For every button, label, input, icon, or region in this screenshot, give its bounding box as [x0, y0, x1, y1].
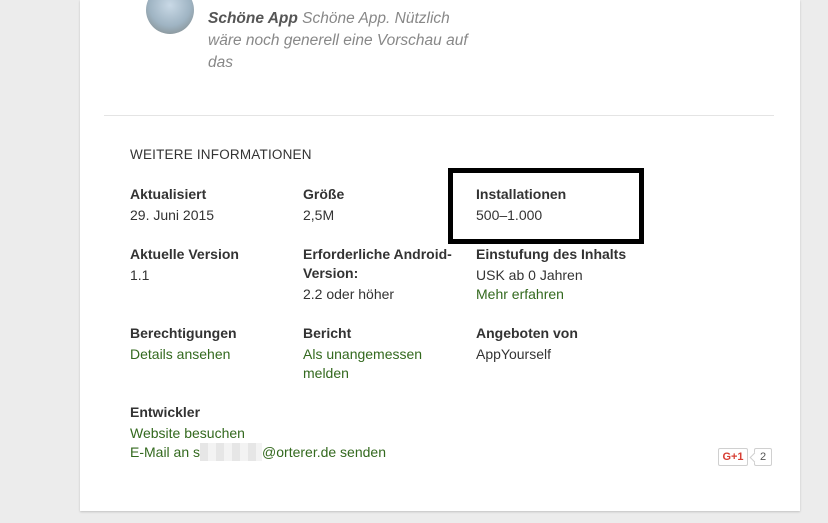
permissions-label: Berechtigungen — [130, 325, 237, 341]
size-value: 2,5M — [303, 207, 335, 223]
info-updated: Aktualisiert 29. Juni 2015 — [130, 185, 290, 225]
android-label: Erforderliche Android-Version: — [303, 246, 452, 281]
rating-value: USK ab 0 Jahren — [476, 267, 583, 283]
permissions-details-link[interactable]: Details ansehen — [130, 345, 290, 364]
info-report: Bericht Als unangemessen melden — [303, 324, 443, 383]
info-android: Erforderliche Android-Version: 2.2 oder … — [303, 245, 463, 304]
review-author: Schöne App — [208, 10, 298, 27]
gplus-widget: G+1 2 — [718, 448, 772, 466]
updated-value: 29. Juni 2015 — [130, 207, 215, 223]
email-prefix: E-Mail an s — [130, 444, 201, 460]
info-permissions: Berechtigungen Details ansehen — [130, 324, 290, 364]
section-title: WEITERE INFORMATIONEN — [130, 147, 312, 162]
report-label: Bericht — [303, 325, 352, 341]
gplus-count: 2 — [754, 448, 772, 466]
redacted-email — [200, 443, 263, 461]
size-label: Größe — [303, 186, 345, 202]
offered-by-label: Angeboten von — [476, 325, 578, 341]
developer-email-link[interactable]: E-Mail an s @orterer.de senden — [130, 443, 450, 462]
info-version: Aktuelle Version 1.1 — [130, 245, 290, 285]
info-size: Größe 2,5M — [303, 185, 463, 225]
android-value: 2.2 oder höher — [303, 286, 395, 302]
review: Schöne App Schöne App. Nützlich wäre noc… — [146, 0, 746, 110]
info-content-rating: Einstufung des Inhalts USK ab 0 Jahren M… — [476, 245, 636, 304]
email-suffix: @orterer.de senden — [262, 444, 386, 460]
developer-website-link[interactable]: Website besuchen — [130, 424, 450, 443]
version-label: Aktuelle Version — [130, 246, 239, 262]
divider — [104, 115, 774, 116]
details-card: Schöne App Schöne App. Nützlich wäre noc… — [80, 0, 800, 511]
rating-label: Einstufung des Inhalts — [476, 246, 627, 262]
gplus-button[interactable]: G+1 — [718, 448, 748, 466]
report-link[interactable]: Als unangemessen melden — [303, 345, 443, 383]
developer-label: Entwickler — [130, 404, 201, 420]
offered-by-value: AppYourself — [476, 346, 551, 362]
reviewer-avatar — [146, 0, 194, 34]
info-developer: Entwickler Website besuchen E-Mail an s @… — [130, 403, 450, 462]
installs-highlight-box — [448, 168, 644, 244]
info-offered-by: Angeboten von AppYourself — [476, 324, 636, 364]
review-text: Schöne App Schöne App. Nützlich wäre noc… — [208, 8, 468, 74]
version-value: 1.1 — [130, 267, 150, 283]
updated-label: Aktualisiert — [130, 186, 207, 202]
learn-more-link[interactable]: Mehr erfahren — [476, 285, 636, 304]
